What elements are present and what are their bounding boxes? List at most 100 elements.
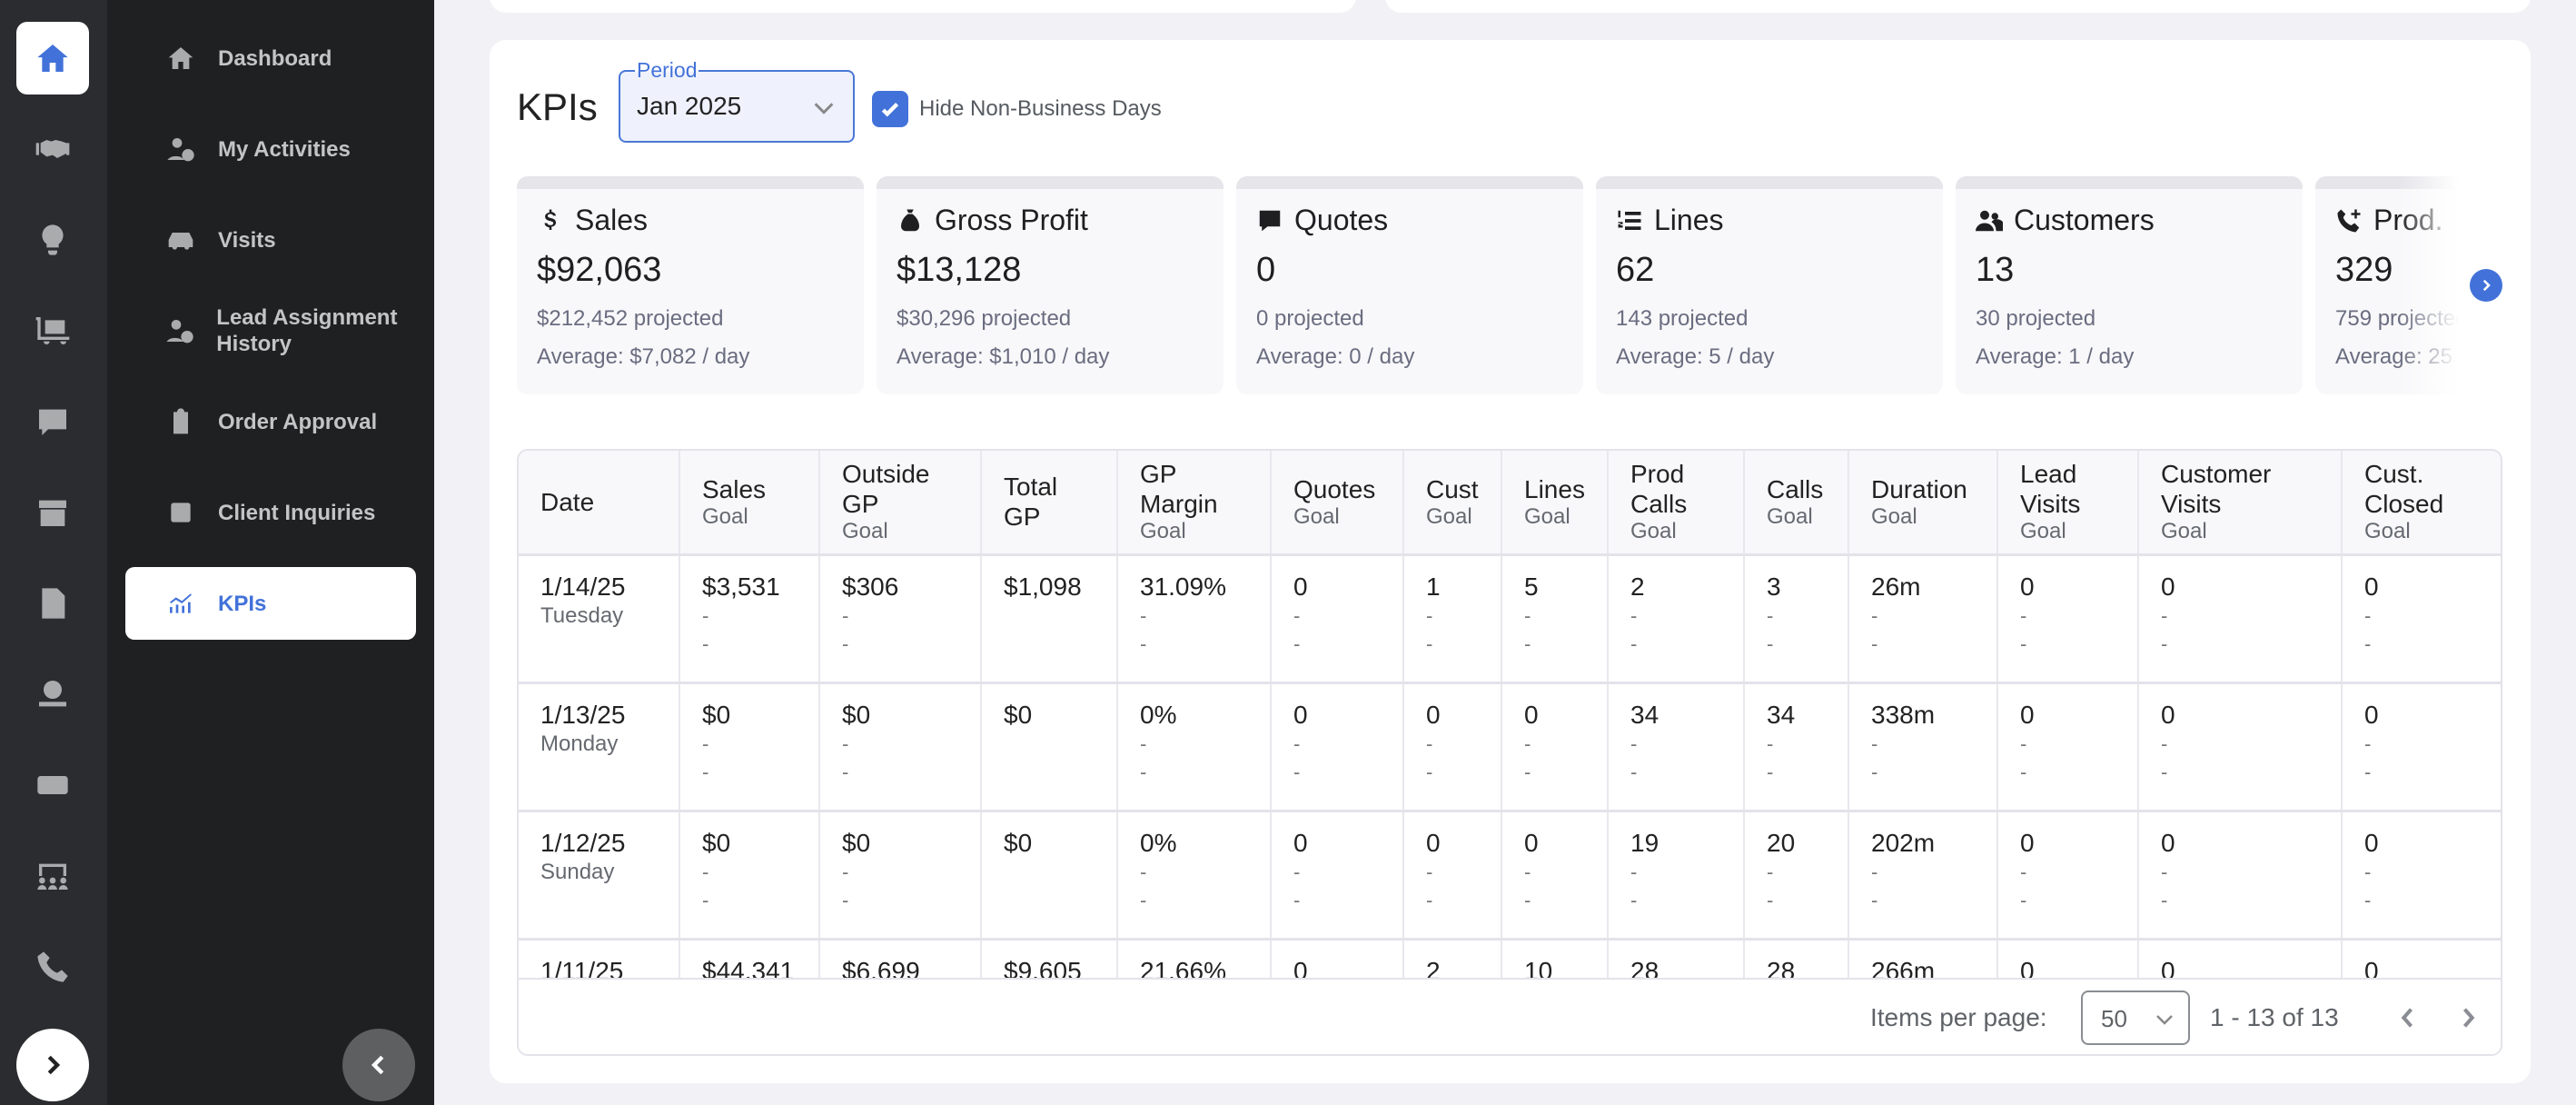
goal-value: - <box>1524 732 1531 755</box>
column-header-label: Duration <box>1871 474 1967 503</box>
collapse-nav-button[interactable] <box>342 1029 415 1101</box>
nav-item-visits[interactable]: Visits <box>125 204 416 276</box>
data-cell: $0 <box>981 682 1118 812</box>
nav-item-lead-assignment-history[interactable]: Lead Assignment History <box>125 289 416 373</box>
goal-value: - <box>1767 732 1774 755</box>
rail-handshake[interactable] <box>16 113 89 185</box>
cell-value: 28 <box>1630 956 1660 979</box>
goal-value: - <box>2364 603 2372 627</box>
rail-opportunities[interactable] <box>16 204 89 276</box>
column-header[interactable]: Quotes Goal <box>1271 451 1404 556</box>
nav-item-dashboard[interactable]: Dashboard <box>125 22 416 95</box>
rail-team[interactable] <box>16 840 89 912</box>
nav-item-client-inquiries[interactable]: Client Inquiries <box>125 476 416 549</box>
stat-card-customers: Customers 13 30 projected Average: 1 / d… <box>1956 176 2303 394</box>
data-cell: 338m - - <box>1848 682 1998 812</box>
kpi-table: Date Sales Goal Outside GP Goal Total GP GP Ma… <box>517 449 2502 1056</box>
table-row[interactable]: 1/14/25 Tuesday $3,531- - $306- - $1,098 31.09%… <box>519 554 2501 684</box>
data-cell: 2-- <box>1403 939 1502 979</box>
data-cell: $0 <box>981 811 1118 941</box>
data-cell: 19 - - <box>1608 811 1745 941</box>
column-header[interactable]: Duration Goal <box>1848 451 1998 556</box>
cell-value: 0 <box>2364 828 2379 857</box>
stat-projected: 0 projected <box>1256 306 1364 331</box>
cell-value: $6,699 <box>842 956 920 979</box>
row-date: 1/14/25 <box>540 572 626 601</box>
column-header[interactable]: Lines Goal <box>1501 451 1609 556</box>
goal-value: - <box>2364 760 2372 783</box>
data-cell: 266m-- <box>1848 939 1998 978</box>
column-header[interactable]: GP Margin Goal <box>1117 451 1272 556</box>
nav-item-order-approval[interactable]: Order Approval <box>125 385 416 458</box>
rail-quotes[interactable] <box>16 385 89 458</box>
hide-non-business-days-toggle[interactable]: Hide Non-Business Days <box>872 91 1162 127</box>
rail-invoices[interactable] <box>16 567 89 640</box>
nav-item-my-activities[interactable]: My Activities <box>125 113 416 185</box>
column-header[interactable]: Prod Calls Goal <box>1608 451 1745 556</box>
rail-payments[interactable] <box>16 658 89 731</box>
column-header[interactable]: Lead Visits Goal <box>1997 451 2139 556</box>
rail-calls[interactable] <box>16 931 89 1003</box>
data-cell: 0-- <box>2138 811 2343 941</box>
goal-value: - <box>1140 888 1147 911</box>
period-select[interactable]: Period Jan 2025 <box>619 58 855 143</box>
nav-item-kpis[interactable]: KPIs <box>125 567 416 640</box>
rail-deliveries[interactable] <box>16 476 89 549</box>
previous-page-button[interactable] <box>2390 1000 2426 1036</box>
cell-value: 0 <box>2161 700 2175 729</box>
data-cell: 0-- <box>2138 554 2343 684</box>
page-range: 1 - 13 of 13 <box>2210 1003 2339 1031</box>
column-header[interactable]: Date <box>519 451 680 556</box>
goal-value: - <box>842 888 849 911</box>
goal-value: - <box>2364 888 2372 911</box>
column-header[interactable]: Sales Goal <box>679 451 820 556</box>
data-cell: 0-- <box>1501 682 1609 812</box>
table-row[interactable]: 1/12/25 Sunday $0 - - $0 - - $0 0% - - 0 - - 0 - - 0 - - 19 - -… <box>519 811 2501 941</box>
rail-orders[interactable] <box>16 294 89 367</box>
column-header[interactable]: Outside GP Goal <box>819 451 982 556</box>
stat-value: $13,128 <box>897 251 1022 289</box>
goal-value: - <box>1630 603 1638 627</box>
expand-rail-button[interactable] <box>16 1029 89 1101</box>
carousel-next-button[interactable] <box>2470 269 2502 302</box>
goal-value: - <box>1630 888 1638 911</box>
column-header[interactable]: Customer Visits Goal <box>2138 451 2343 556</box>
users-icon <box>1976 210 2003 231</box>
cell-value: 2 <box>1426 956 1441 979</box>
row-weekday: Sunday <box>540 859 615 884</box>
table-body: 1/14/25 Tuesday $3,531- - $306- - $1,098 31.09%… <box>519 554 2501 978</box>
goal-value: - <box>1140 603 1147 627</box>
goal-value: - <box>2020 732 2027 755</box>
cell-value: $306 <box>842 572 899 601</box>
cell-value: 34 <box>1630 700 1660 729</box>
rail-billing[interactable] <box>16 749 89 821</box>
items-per-page-select[interactable]: 50 <box>2081 991 2190 1045</box>
goal-value: - <box>1524 860 1531 883</box>
user-clock-icon <box>167 138 194 162</box>
column-header[interactable]: Total GP <box>981 451 1118 556</box>
data-cell: 0% - - <box>1117 682 1272 812</box>
cell-value: $9,605 <box>1004 956 1082 979</box>
table-row[interactable]: 1/13/25 Monday $0 - - $0 - - $0 0% - - 0 - - 0 - - 0 - - 34 - -… <box>519 682 2501 812</box>
column-header[interactable]: Cust. Closed Goal <box>2342 451 2501 556</box>
stat-card-lines: Lines 62 143 projected Average: 5 / day <box>1596 176 1943 394</box>
cell-value: 0 <box>1524 828 1539 857</box>
data-cell: 0-- <box>1403 682 1502 812</box>
rail-home[interactable] <box>16 22 89 95</box>
phone-plus-icon <box>2337 209 2361 232</box>
cell-value: 31.09% <box>1140 572 1226 601</box>
column-header-label: Cust <box>1426 474 1479 503</box>
goal-value: - <box>1871 860 1878 883</box>
data-cell: $1,098 <box>981 554 1118 684</box>
data-cell: $3,531- - <box>679 554 820 684</box>
table-scroll-area[interactable]: Date Sales Goal Outside GP Goal Total GP GP Ma… <box>519 451 2501 978</box>
goal-value: - <box>2020 888 2027 911</box>
goal-value: - <box>1871 632 1878 655</box>
cell-value: 0 <box>2364 572 2379 601</box>
cell-value: 3 <box>1767 572 1781 601</box>
table-row[interactable]: 1/11/25$44,341--$6,699--$9,60521.66%--0-… <box>519 939 2501 978</box>
next-page-button[interactable] <box>2450 1000 2486 1036</box>
column-header[interactable]: Calls Goal <box>1744 451 1849 556</box>
column-header[interactable]: Cust Goal <box>1403 451 1502 556</box>
hide-non-business-days-checkbox[interactable] <box>872 91 908 127</box>
